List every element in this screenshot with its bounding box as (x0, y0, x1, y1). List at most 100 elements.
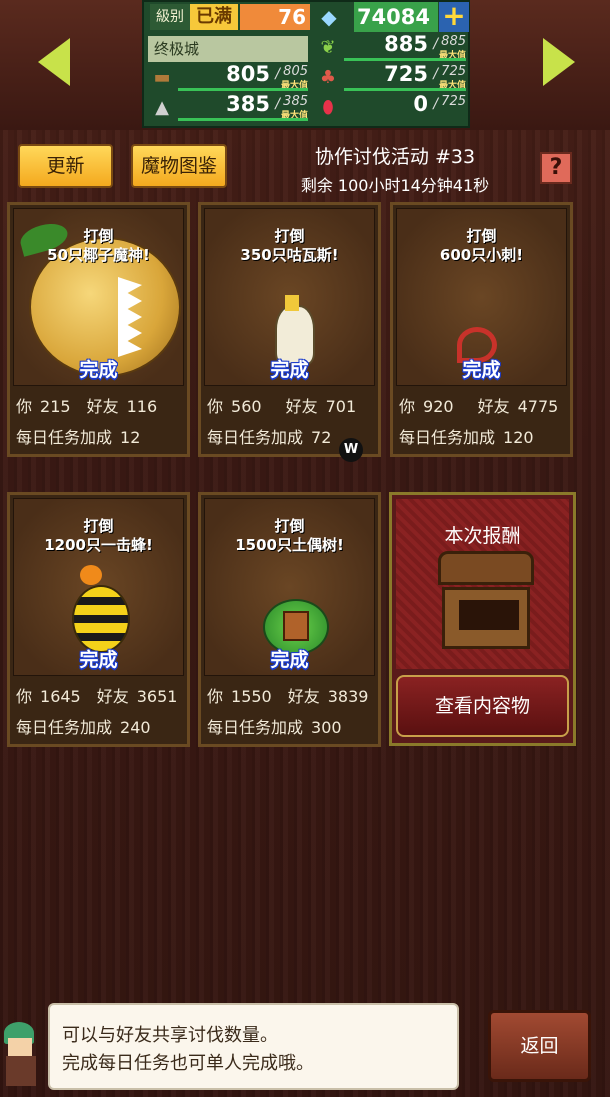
friend-label: 好友 (86, 397, 119, 416)
friend-label: 好友 (285, 397, 318, 416)
friend-count: 116 (126, 397, 158, 416)
bee-head (80, 565, 102, 585)
city-name: 终极城 (148, 36, 308, 62)
resource-value: 725 (384, 62, 428, 86)
you-count: 1550 (231, 687, 272, 706)
view-contents-button[interactable]: 查看内容物 (396, 675, 569, 737)
quest-card[interactable]: 打倒 350只咕瓦斯! 完成 你 560 好友 701 每日任务加成 72 (198, 202, 381, 457)
w-badge-icon: W (339, 438, 363, 462)
bee-monster-icon (72, 585, 130, 653)
quest-card-art: 打倒 350只咕瓦斯! 完成 (204, 208, 375, 386)
wood-icon: ▬ (153, 67, 171, 88)
level-max-badge: 已满 (190, 4, 238, 30)
help-button[interactable]: ? (540, 152, 572, 184)
resource-bar (344, 88, 466, 91)
resource-max: 385 (283, 94, 308, 109)
resource-ore: ▲ 385 / 385 最大值 (148, 92, 310, 122)
resource-wood: ▬ 805 / 805 最大值 (148, 62, 310, 92)
friend-count: 3839 (327, 687, 369, 706)
daily-bonus-value: 120 (503, 428, 534, 447)
friend-label: 好友 (477, 397, 510, 416)
quest-title-line2: 50只椰子魔神! (47, 246, 150, 264)
crest (285, 295, 299, 311)
quest-stats: 你 920 好友 4775 每日任务加成 120 (399, 391, 566, 453)
resource-max: 725 (441, 94, 466, 109)
quest-title-line1: 打倒 (466, 227, 497, 245)
resource-food: ♣ 725 / 725 最大值 (314, 62, 468, 92)
dialog-line-1: 可以与好友共享讨伐数量。 (62, 1025, 278, 1046)
add-gems-button[interactable]: + (439, 2, 469, 32)
resource-value: 0 (413, 92, 428, 116)
resource-panel: 級别 已满 76 ◆ 74084 + 终极城 ❦ 885 / 885 最大值 ▬… (142, 0, 470, 128)
quest-card-art: 打倒 1500只土偶树! 完成 (204, 498, 375, 676)
resource-ruby: ⬮ 0 / 725 (314, 92, 468, 122)
level-value: 76 (240, 4, 310, 30)
ore-icon: ▲ (155, 97, 169, 118)
daily-bonus-label: 每日任务加成 (16, 718, 113, 737)
quest-card[interactable]: 打倒 600只小刺! 完成 你 920 好友 4775 每日任务加成 120 (390, 202, 573, 457)
chest-body (442, 587, 530, 649)
done-label: 完成 (270, 649, 309, 671)
slash: / (433, 96, 438, 112)
resource-max: 885 (441, 34, 466, 49)
quest-title-line1: 打倒 (274, 227, 305, 245)
friend-label: 好友 (287, 687, 320, 706)
done-label: 完成 (270, 359, 309, 381)
resource-bar (344, 58, 466, 61)
you-count: 215 (40, 397, 71, 416)
quest-stats: 你 215 好友 116 每日任务加成 12 (16, 391, 183, 453)
bestiary-button[interactable]: 魔物图鉴 (131, 144, 227, 188)
daily-bonus-value: 72 (311, 428, 332, 447)
food-icon: ♣ (319, 67, 337, 88)
next-arrow-button[interactable] (543, 38, 575, 86)
back-button[interactable]: 返回 (488, 1010, 591, 1082)
you-label: 你 (399, 397, 416, 416)
you-count: 1645 (40, 687, 81, 706)
reward-art: 本次报酬 (396, 499, 569, 669)
diamond-icon: ◆ (321, 5, 337, 29)
friend-count: 3651 (136, 687, 178, 706)
quest-card-art: 打倒 50只椰子魔神! 完成 (13, 208, 184, 386)
quest-title: 打倒 1200只一击蜂! (14, 517, 183, 555)
quest-title-line2: 600只小刺! (439, 246, 524, 264)
quest-card[interactable]: 打倒 1200只一击蜂! 完成 你 1645 好友 3651 每日任务加成 240 (7, 492, 190, 747)
event-remaining: 剩余 100小时14分钟41秒 (300, 176, 490, 195)
ruby-icon: ⬮ (322, 97, 334, 118)
you-label: 你 (207, 397, 224, 416)
quest-stats: 你 1550 好友 3839 每日任务加成 300 (207, 681, 374, 743)
done-label: 完成 (79, 649, 118, 671)
tree-face (283, 611, 309, 641)
quest-title: 打倒 1500只土偶树! (205, 517, 374, 555)
daily-bonus-label: 每日任务加成 (207, 718, 304, 737)
daily-bonus-label: 每日任务加成 (399, 428, 496, 447)
prev-arrow-button[interactable] (38, 38, 70, 86)
you-count: 920 (423, 397, 454, 416)
resource-value: 385 (226, 92, 270, 116)
resource-max: 805 (283, 64, 308, 79)
reward-card: 本次报酬 查看内容物 (389, 492, 576, 746)
friend-count: 4775 (517, 397, 559, 416)
quest-card-art: 打倒 1200只一击蜂! 完成 (13, 498, 184, 676)
leaf-icon: ❦ (320, 37, 336, 58)
quest-title-line2: 1200只一击蜂! (44, 536, 153, 554)
daily-bonus-label: 每日任务加成 (207, 428, 304, 447)
resource-value: 885 (384, 32, 428, 56)
daily-bonus-value: 12 (120, 428, 141, 447)
you-label: 你 (16, 397, 33, 416)
guide-avatar (0, 1012, 44, 1090)
resource-value: 805 (226, 62, 270, 86)
refresh-button[interactable]: 更新 (18, 144, 113, 188)
resource-leaf: ❦ 885 / 885 最大值 (314, 32, 468, 62)
quest-card[interactable]: 打倒 50只椰子魔神! 完成 你 215 好友 116 每日任务加成 12 (7, 202, 190, 457)
avatar-face (8, 1038, 32, 1056)
gem-count: 74084 (354, 2, 438, 32)
resource-max: 725 (441, 64, 466, 79)
quest-title-line1: 打倒 (83, 517, 114, 535)
quest-card[interactable]: 打倒 1500只土偶树! 完成 你 1550 好友 3839 每日任务加成 300 (198, 492, 381, 747)
daily-bonus-value: 240 (120, 718, 151, 737)
daily-bonus-value: 300 (311, 718, 342, 737)
reward-title: 本次报酬 (444, 525, 521, 547)
slash: / (433, 36, 438, 52)
chest-inside (459, 600, 519, 630)
level-label: 級别 (150, 4, 190, 30)
